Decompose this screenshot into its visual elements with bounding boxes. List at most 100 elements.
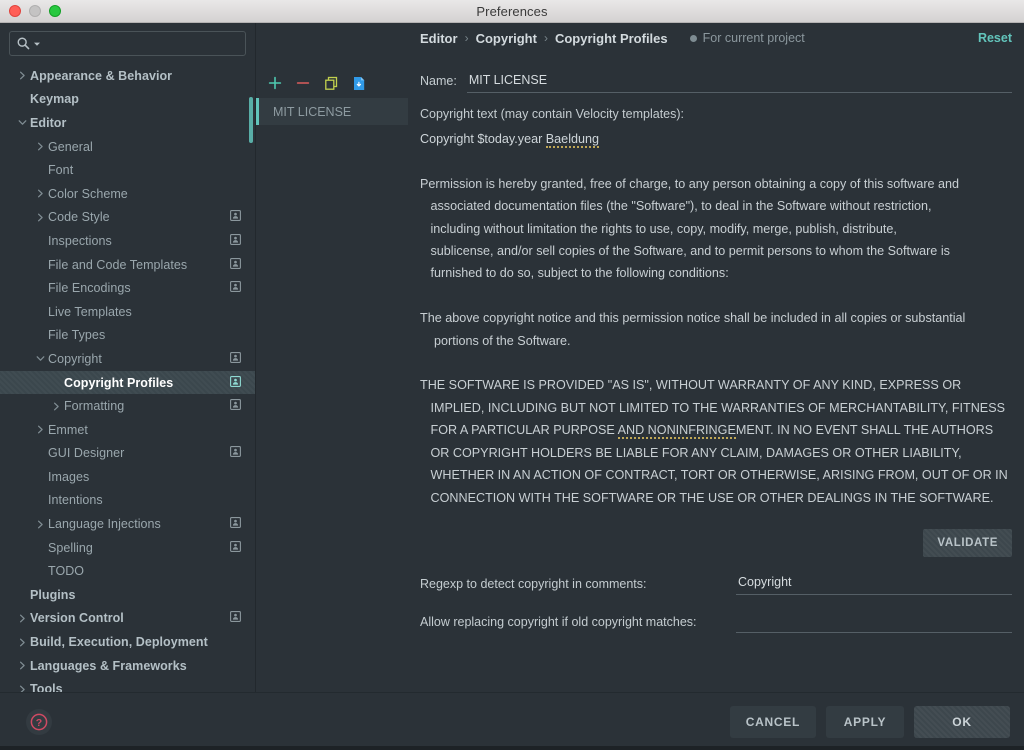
chevron-right-icon[interactable] (32, 142, 48, 151)
copy-profile-button[interactable] (323, 75, 339, 91)
sidebar-item-font[interactable]: Font (0, 158, 255, 182)
sidebar-item-intentions[interactable]: Intentions (0, 489, 255, 513)
sidebar-item-color-scheme[interactable]: Color Scheme (0, 182, 255, 206)
window-titlebar: Preferences (0, 0, 1024, 23)
scope-dot-icon (690, 35, 697, 42)
copyright-text-line: THE SOFTWARE IS PROVIDED "AS IS", WITHOU… (420, 374, 1012, 396)
zoom-window-button[interactable] (49, 5, 61, 17)
chevron-right-icon[interactable] (14, 661, 30, 670)
sidebar-item-copyright-profiles[interactable]: Copyright Profiles (0, 371, 255, 395)
copyright-text-line: associated documentation files (the "Sof… (420, 195, 1012, 217)
validate-button[interactable]: VALIDATE (923, 529, 1012, 557)
project-scope-badge-icon (230, 256, 241, 274)
sidebar-item-gui-designer[interactable]: GUI Designer (0, 442, 255, 466)
chevron-right-icon[interactable] (14, 71, 30, 80)
svg-text:?: ? (36, 717, 42, 729)
apply-button[interactable]: APPLY (826, 706, 904, 738)
sidebar-item-emmet[interactable]: Emmet (0, 418, 255, 442)
chevron-right-icon[interactable] (14, 638, 30, 647)
import-file-button[interactable] (351, 75, 367, 91)
sidebar-item-formatting[interactable]: Formatting (0, 394, 255, 418)
ok-button[interactable]: OK (914, 706, 1010, 738)
breadcrumb: Editor › Copyright › Copyright Profiles … (408, 23, 1024, 53)
allow-replace-input[interactable] (736, 613, 1012, 633)
sidebar-item-general[interactable]: General (0, 135, 255, 159)
sidebar-item-live-templates[interactable]: Live Templates (0, 300, 255, 324)
help-circle-icon[interactable]: ? (26, 709, 52, 735)
dialog-footer: ? CANCEL APPLY OK (0, 692, 1024, 750)
sidebar-item-label: Editor (30, 116, 66, 130)
copyright-text-line: CONNECTION WITH THE SOFTWARE OR THE USE … (420, 487, 1012, 509)
sidebar-item-keymap[interactable]: Keymap (0, 88, 255, 112)
breadcrumb-item-copyright-profiles[interactable]: Copyright Profiles (555, 31, 668, 46)
sidebar-item-tools[interactable]: Tools (0, 677, 255, 692)
project-scope-badge-icon (230, 397, 241, 415)
profile-name-input[interactable] (467, 73, 1012, 93)
allow-replace-label: Allow replacing copyright if old copyrig… (420, 615, 736, 633)
sidebar-item-editor[interactable]: Editor (0, 111, 255, 135)
sidebar-item-label: Intentions (48, 493, 103, 507)
copyright-text-line: furnished to do so, subject to the follo… (420, 262, 1012, 284)
sidebar-item-file-encodings[interactable]: File Encodings (0, 276, 255, 300)
sidebar-item-language-injections[interactable]: Language Injections (0, 512, 255, 536)
sidebar-item-label: Live Templates (48, 305, 132, 319)
profiles-toolbar (256, 70, 408, 96)
chevron-right-icon[interactable] (32, 189, 48, 198)
sidebar-item-label: File and Code Templates (48, 258, 187, 272)
search-dropdown-arrow-icon[interactable] (33, 40, 41, 48)
profile-list-item-label: MIT LICENSE (273, 105, 351, 119)
project-scope-badge-icon (230, 279, 241, 297)
sidebar-item-languages-frameworks[interactable]: Languages & Frameworks (0, 654, 255, 678)
chevron-down-icon[interactable] (14, 118, 30, 127)
settings-tree[interactable]: Appearance & BehaviorKeymap Editor General… (0, 61, 255, 692)
sidebar-item-inspections[interactable]: Inspections (0, 229, 255, 253)
search-box[interactable] (9, 31, 246, 56)
sidebar-item-todo[interactable]: TODO (0, 559, 255, 583)
sidebar-item-copyright[interactable]: Copyright (0, 347, 255, 371)
chevron-right-icon[interactable] (32, 213, 48, 222)
sidebar-item-code-style[interactable]: Code Style (0, 206, 255, 230)
sidebar-item-images[interactable]: Images (0, 465, 255, 489)
project-scope-badge-icon (230, 515, 241, 533)
profile-list-item[interactable]: MIT LICENSE (256, 98, 408, 125)
search-input[interactable] (43, 37, 239, 51)
sidebar-item-label: General (48, 140, 93, 154)
regexp-detect-input[interactable] (736, 575, 1012, 595)
window-controls (0, 5, 61, 17)
window-title: Preferences (0, 4, 1024, 19)
close-window-button[interactable] (9, 5, 21, 17)
project-scope-badge-icon (230, 609, 241, 627)
copyright-profiles-pane: MIT LICENSE (256, 23, 408, 692)
cancel-button[interactable]: CANCEL (730, 706, 816, 738)
breadcrumb-item-copyright[interactable]: Copyright (476, 31, 537, 46)
breadcrumb-item-editor[interactable]: Editor (420, 31, 458, 46)
scope-indicator[interactable]: For current project (690, 31, 805, 45)
copyright-text-line: sublicense, and/or sell copies of the So… (420, 240, 1012, 262)
search-icon (16, 36, 31, 51)
sidebar-item-label: Version Control (30, 611, 124, 625)
profiles-list[interactable]: MIT LICENSE (256, 98, 408, 125)
add-profile-button[interactable] (267, 75, 283, 91)
chevron-right-icon[interactable] (32, 425, 48, 434)
minimize-window-button[interactable] (29, 5, 41, 17)
copyright-text-editor[interactable]: Copyright $today.year Baeldung Permissio… (420, 127, 1012, 527)
chevron-down-icon[interactable] (32, 354, 48, 363)
chevron-right-icon[interactable] (14, 685, 30, 692)
sidebar-item-appearance-behavior[interactable]: Appearance & Behavior (0, 64, 255, 88)
remove-profile-button[interactable] (295, 75, 311, 91)
chevron-right-icon[interactable] (14, 614, 30, 623)
sidebar-item-build-execution-deployment[interactable]: Build, Execution, Deployment (0, 630, 255, 654)
sidebar-item-spelling[interactable]: Spelling (0, 536, 255, 560)
sidebar-item-file-and-code-templates[interactable]: File and Code Templates (0, 253, 255, 277)
reset-link[interactable]: Reset (978, 31, 1012, 45)
sidebar-item-version-control[interactable]: Version Control (0, 607, 255, 631)
sidebar-scrollbar-thumb[interactable] (249, 97, 253, 143)
scope-label: For current project (703, 31, 805, 45)
copyright-text-line: Copyright $today.year Baeldung (420, 128, 1012, 150)
chevron-right-icon[interactable] (48, 402, 64, 411)
sidebar-item-file-types[interactable]: File Types (0, 324, 255, 348)
chevron-right-icon[interactable] (32, 520, 48, 529)
sidebar-item-label: File Types (48, 328, 105, 342)
validate-row: VALIDATE (420, 529, 1012, 557)
sidebar-item-plugins[interactable]: Plugins (0, 583, 255, 607)
